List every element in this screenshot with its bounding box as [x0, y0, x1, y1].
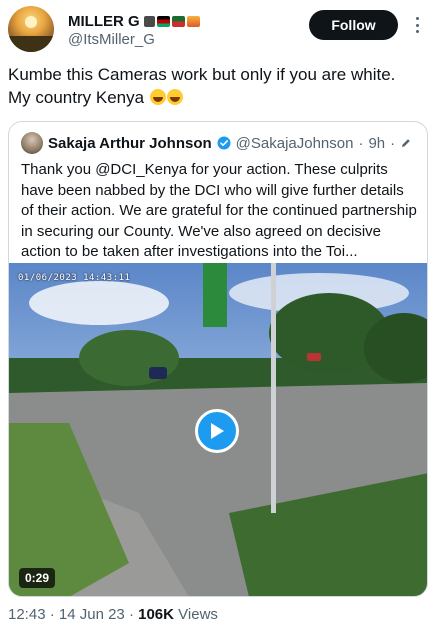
tweet-header: MILLER G @ItsMiller_G Follow	[0, 0, 439, 60]
author-handle[interactable]: @ItsMiller_G	[68, 31, 155, 48]
edited-pen-icon	[402, 139, 410, 147]
verified-badge-icon	[217, 136, 231, 150]
camera-timestamp: 01/06/2023 14:43:11	[18, 273, 131, 283]
tweet-text-line-2-row: My country Kenya	[8, 86, 428, 109]
tweet-time[interactable]: 12:43	[8, 606, 46, 623]
separator-dot: ·	[49, 606, 55, 623]
laughing-face-icon	[149, 89, 166, 105]
video-player[interactable]: 01/06/2023 14:43:11 0:29	[9, 263, 427, 596]
more-options-icon[interactable]	[411, 14, 423, 36]
quoted-author-avatar[interactable]	[21, 132, 43, 154]
flag-icon	[171, 15, 185, 27]
play-button[interactable]	[195, 409, 239, 453]
tweet-text-line-1: Kumbe this Cameras work but only if you …	[8, 65, 396, 84]
quoted-tweet-text: Thank you @DCI_Kenya for your action. Th…	[21, 161, 417, 261]
quoted-tweet[interactable]: Sakaja Arthur Johnson @SakajaJohnson · 9…	[8, 121, 428, 597]
video-duration-badge: 0:29	[19, 568, 56, 588]
author-display-name[interactable]: MILLER G	[68, 13, 140, 30]
tweet-meta: 12:43 · 14 Jun 23 · 106K Views	[8, 606, 218, 623]
play-icon	[211, 423, 224, 439]
camera-icon	[143, 15, 155, 27]
flag-icon	[156, 15, 170, 27]
separator-dot: ·	[128, 606, 134, 623]
author-name-row: MILLER G	[68, 11, 200, 31]
quoted-author-name[interactable]: Sakaja Arthur Johnson	[48, 135, 212, 152]
name-emoji-strip	[143, 15, 200, 27]
views-label: Views	[178, 606, 218, 623]
tweet-text: Kumbe this Cameras work but only if you …	[8, 63, 428, 109]
author-avatar[interactable]	[8, 6, 54, 52]
quoted-tweet-header: Sakaja Arthur Johnson @SakajaJohnson · 9…	[21, 132, 412, 154]
avatar-sun	[25, 16, 37, 28]
quoted-author-handle[interactable]: @SakajaJohnson	[236, 135, 354, 152]
follow-button[interactable]: Follow	[309, 10, 398, 40]
quoted-tweet-time[interactable]: 9h	[368, 135, 385, 152]
sunset-icon	[186, 15, 200, 27]
tweet-text-line-2: My country Kenya	[8, 88, 145, 107]
views-count: 106K	[138, 606, 174, 623]
avatar-ground	[8, 36, 54, 52]
separator-dot: ·	[358, 134, 364, 152]
tweet-date[interactable]: 14 Jun 23	[59, 606, 125, 623]
laughing-face-icon	[166, 89, 183, 105]
separator-dot: ·	[390, 134, 396, 152]
